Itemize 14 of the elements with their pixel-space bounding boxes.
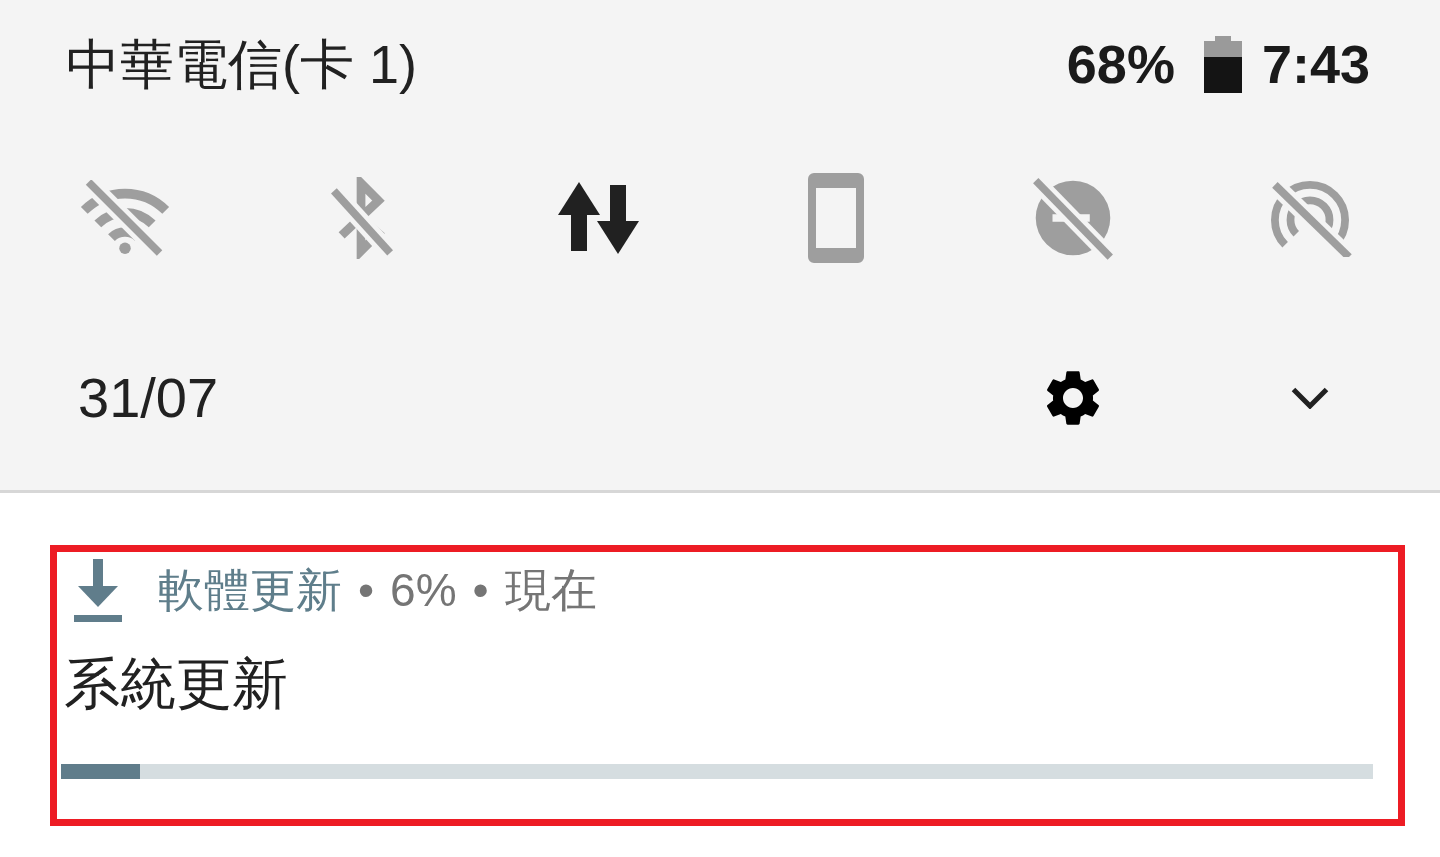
timestamp: 現在 [504, 563, 597, 617]
carrier-name: 中華電信(卡 1) [66, 35, 417, 95]
battery-percent: 68% [1066, 35, 1175, 95]
chevron-down-icon [1290, 387, 1329, 409]
date-text: 31/07 [78, 367, 219, 429]
separator-dot: • [472, 563, 489, 617]
app-name: 軟體更新 [158, 563, 342, 617]
settings-icon [1045, 371, 1100, 425]
battery-icon [1203, 36, 1242, 94]
notification-title: 系統更新 [64, 651, 288, 717]
clock-time: 7:43 [1261, 35, 1370, 95]
download-icon [74, 558, 122, 622]
separator-dot: • [358, 563, 375, 617]
progress-percent: 6% [390, 563, 457, 617]
